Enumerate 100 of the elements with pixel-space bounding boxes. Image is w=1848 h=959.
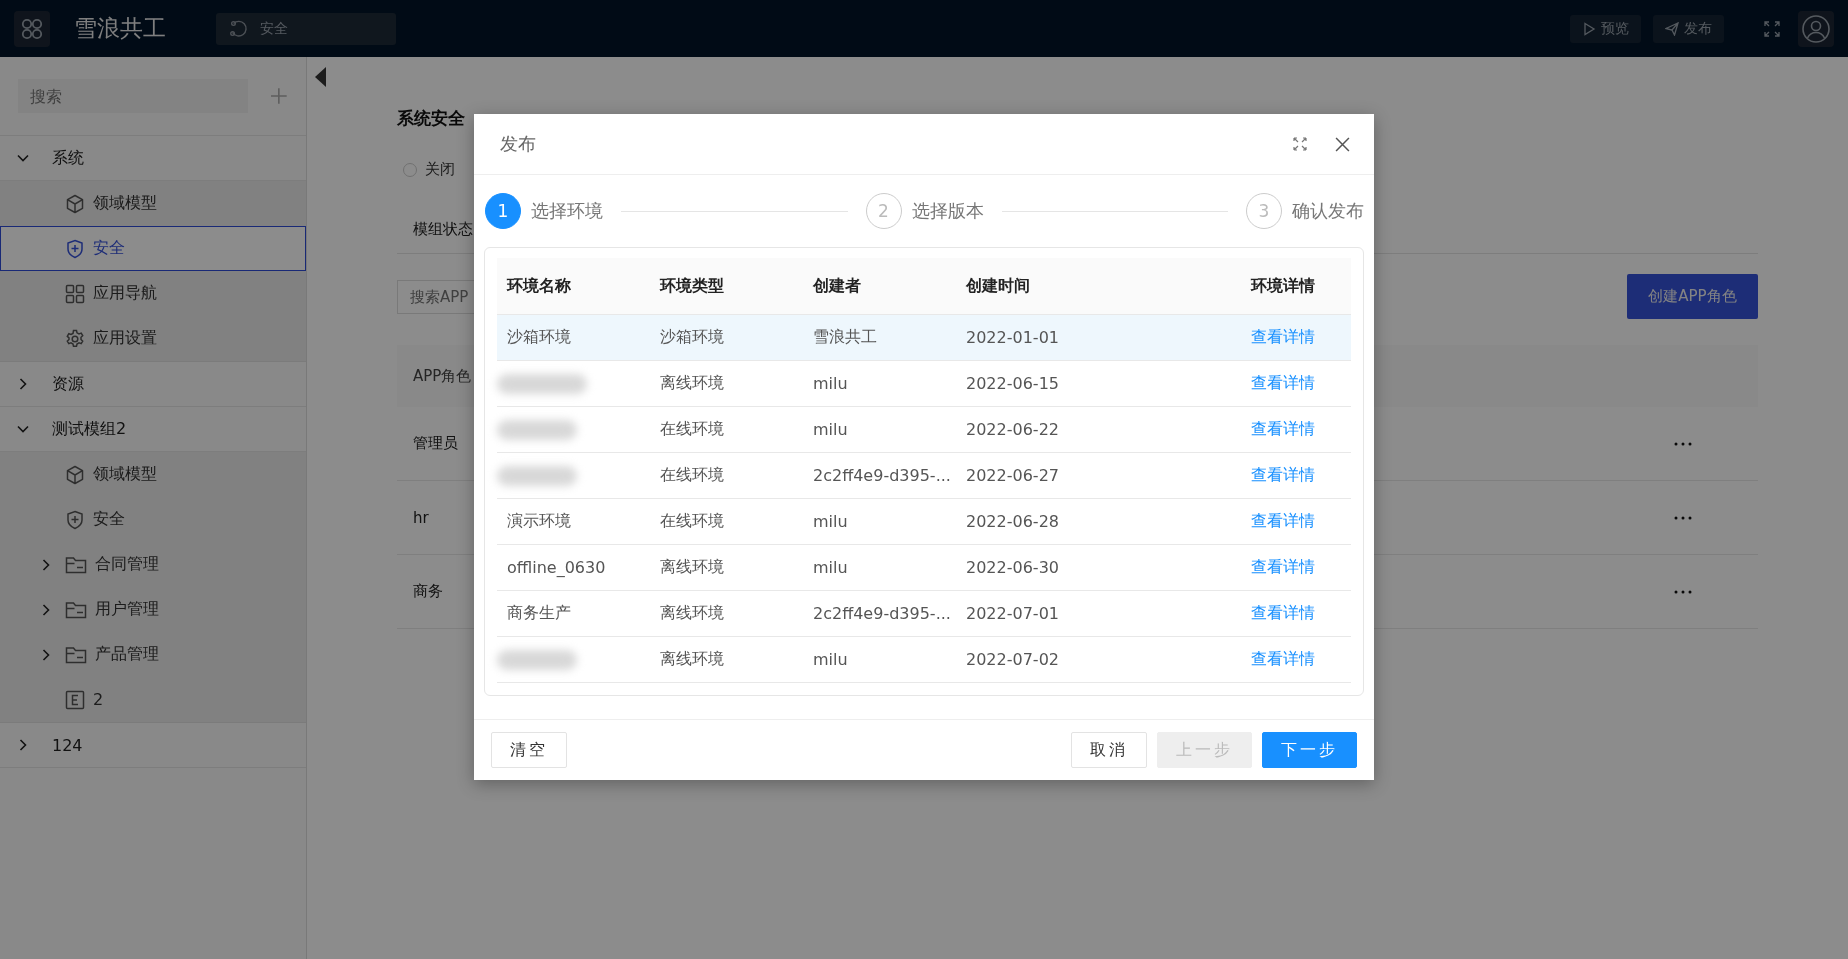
column-header: 环境名称 [505, 275, 572, 297]
table-cell-text: 离线环境 [659, 649, 725, 670]
fullscreen-icon[interactable] [1764, 20, 1780, 37]
table-row[interactable]: 在线环境 milu 2022-06-22 查看详情 [497, 407, 1351, 453]
table-row[interactable]: offline_0630 离线环境 milu 2022-06-30 查看详情 [497, 545, 1351, 591]
tree-item[interactable]: 合同管理 [0, 542, 306, 587]
more-icon[interactable] [1674, 515, 1692, 520]
details-link[interactable]: 查看详情 [1241, 603, 1351, 624]
table-cell-text: milu [812, 512, 849, 531]
create-role-button[interactable]: 创建APP角色 [1627, 274, 1758, 319]
app-grid-icon[interactable] [14, 10, 50, 47]
entity-icon [65, 689, 85, 710]
folder-icon [65, 599, 87, 620]
item-label: 用户管理 [95, 599, 159, 620]
table-cell-text: milu [812, 374, 849, 393]
table-row[interactable]: 在线环境 2c2ff4e9-d395-... 2022-06-27 查看详情 [497, 453, 1351, 499]
tree-group[interactable]: 124 [0, 723, 306, 768]
table-cell-text: 2c2ff4e9-d395-... [812, 604, 952, 623]
column-header: 环境详情 [1249, 275, 1316, 297]
column-header: APP角色 [413, 366, 472, 386]
publish-button[interactable]: 发布 [1653, 14, 1724, 43]
next-button[interactable]: 下一步 [1262, 732, 1357, 768]
table-cell-text: 离线环境 [659, 373, 725, 394]
item-label: 应用导航 [93, 283, 157, 304]
tree-item[interactable]: 用户管理 [0, 587, 306, 632]
column-header: 环境类型 [658, 275, 725, 297]
table-cell-text: 雪浪共工 [812, 327, 878, 348]
table-cell-text: 在线环境 [659, 419, 725, 440]
table-cell-text: 商务生产 [506, 603, 572, 624]
table-row[interactable]: 离线环境 milu 2022-06-15 查看详情 [497, 361, 1351, 407]
table-cell-text: 2022-07-02 [965, 650, 1060, 669]
details-link[interactable]: 查看详情 [1241, 373, 1351, 394]
table-cell-text: 2022-01-01 [965, 328, 1060, 347]
collapse-icon[interactable] [315, 67, 327, 87]
table-cell-text: milu [812, 558, 849, 577]
group-label: 系统 [52, 147, 84, 169]
group-label: 测试模组2 [52, 418, 127, 440]
item-label: 产品管理 [95, 644, 159, 665]
table-row[interactable]: 商务生产 离线环境 2c2ff4e9-d395-... 2022-07-01 查看详情 [497, 591, 1351, 637]
tree-item[interactable]: 2 [0, 677, 306, 722]
tree-item[interactable]: 应用导航 [0, 271, 306, 316]
details-link[interactable]: 查看详情 [1241, 465, 1351, 486]
group-label: 124 [52, 735, 83, 755]
tree-item[interactable]: 领域模型 [0, 181, 306, 226]
tree-item[interactable]: 产品管理 [0, 632, 306, 677]
table-cell: hr [413, 508, 429, 527]
tree-group[interactable]: 资源 [0, 362, 306, 407]
shield-icon [65, 238, 85, 259]
avatar-icon[interactable] [1801, 13, 1831, 44]
grid-icon [65, 283, 85, 304]
tree-item[interactable]: 安全 [0, 497, 306, 542]
tree-item[interactable]: 领域模型 [0, 452, 306, 497]
table-cell-text: offline_0630 [506, 558, 607, 577]
details-link[interactable]: 查看详情 [1241, 419, 1351, 440]
column-header: 创建者 [812, 275, 862, 297]
table-cell-text: 离线环境 [659, 557, 725, 578]
details-link[interactable]: 查看详情 [1241, 511, 1351, 532]
tab[interactable]: 模组状态 [413, 220, 473, 238]
table-row[interactable]: 离线环境 milu 2022-07-02 查看详情 [497, 637, 1351, 683]
tree-item[interactable]: 安全 [0, 226, 306, 271]
step-label: 选择环境 [531, 199, 603, 223]
table-cell-text: 沙箱环境 [506, 327, 572, 348]
shield-icon [65, 509, 85, 530]
table-row[interactable]: 沙箱环境 沙箱环境 雪浪共工 2022-01-01 查看详情 [497, 315, 1351, 361]
details-link[interactable]: 查看详情 [1241, 649, 1351, 670]
cancel-button[interactable]: 取消 [1071, 732, 1147, 768]
step-number: 1 [485, 193, 521, 229]
app-name: 雪浪共工 [74, 14, 166, 43]
item-label: 应用设置 [93, 328, 157, 349]
details-link[interactable]: 查看详情 [1241, 557, 1351, 578]
tree-item[interactable]: 应用设置 [0, 316, 306, 361]
table-cell-text: milu [812, 420, 849, 439]
folder-icon [65, 644, 87, 665]
item-label: 领域模型 [93, 193, 157, 214]
table-cell: 商务 [413, 582, 443, 601]
expand-icon[interactable] [1293, 137, 1307, 151]
clear-button[interactable]: 清空 [491, 732, 567, 768]
close-icon[interactable] [1335, 136, 1350, 152]
play-icon [1582, 21, 1596, 36]
item-label: 安全 [93, 509, 125, 530]
table-cell-text: 2022-06-30 [965, 558, 1060, 577]
item-label: 2 [93, 690, 104, 709]
more-icon[interactable] [1674, 441, 1692, 446]
radio-option[interactable]: 关闭 [403, 160, 1758, 179]
table-cell-text: 2022-06-27 [965, 466, 1060, 485]
column-header: 创建时间 [965, 275, 1031, 297]
item-label: 领域模型 [93, 464, 157, 485]
breadcrumb-text: 安全 [260, 19, 288, 38]
step-label: 选择版本 [911, 199, 984, 223]
details-link[interactable]: 查看详情 [1241, 327, 1351, 348]
breadcrumb-box[interactable]: 安全 [216, 12, 396, 45]
table-cell-text: 离线环境 [659, 603, 725, 624]
item-label: 安全 [93, 238, 125, 259]
table-row[interactable]: 演示环境 在线环境 milu 2022-06-28 查看详情 [497, 499, 1351, 545]
search-field[interactable]: 搜索 [18, 79, 249, 113]
page-title: 系统安全 [397, 107, 466, 130]
cube-icon [65, 193, 85, 214]
preview-button[interactable]: 预览 [1570, 14, 1641, 43]
table-cell-text: 在线环境 [659, 465, 725, 486]
more-icon[interactable] [1674, 589, 1692, 594]
